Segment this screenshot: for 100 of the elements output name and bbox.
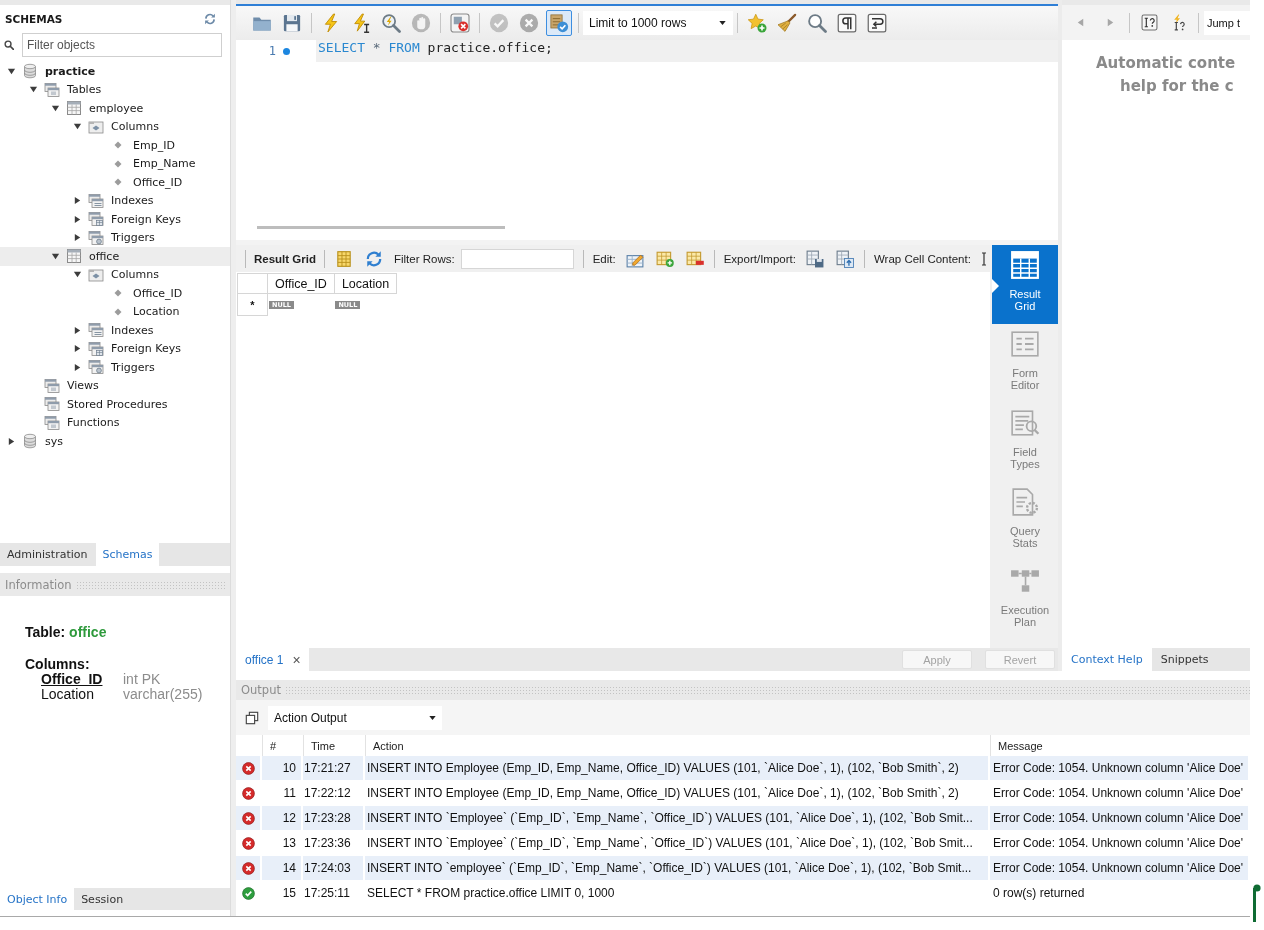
result-view-tab[interactable]: Field Types	[992, 403, 1058, 482]
result-grid-label: Result Grid	[254, 252, 316, 265]
output-type-dropdown[interactable]: Action Output	[268, 705, 442, 730]
output-row[interactable]: 12 17:23:28 INSERT INTO `Employee` (`Emp_ID`, `Emp_Name`, `Office_ID`) VALUES (101, `Alice Doe`, 1), (102, `Bob Smit... Error Code: 1054. Unknown column 'Alice Doe'	[236, 806, 1250, 831]
field-list-icon	[1010, 408, 1040, 438]
form-icon	[1010, 329, 1040, 359]
tree-item[interactable]: sys	[0, 432, 230, 451]
table-cell: 10	[262, 756, 303, 780]
diamond-folder-icon	[88, 266, 104, 283]
column-header[interactable]: Location	[334, 273, 397, 294]
search-icon	[4, 40, 14, 50]
filter-rows-label: Filter Rows:	[394, 252, 455, 265]
error-icon	[241, 761, 255, 775]
tab[interactable]: Schemas	[95, 543, 160, 566]
search-icon	[807, 13, 827, 33]
result-view-tab[interactable]: Execution Plan	[992, 561, 1058, 640]
help-text: help for the c	[1119, 76, 1235, 97]
output-row[interactable]: 14 17:24:03 INSERT INTO `employee` (`Emp_ID`, `Emp_Name`, `Office_ID`) VALUES (101, `Alice Doe`, 1), (102, `Bob Smit... Error Code: 1054. Unknown column 'Alice Doe'	[236, 856, 1250, 881]
cursor-question-icon	[1140, 14, 1158, 31]
refresh-arrows-icon	[365, 249, 383, 268]
filter-rows-field[interactable]	[460, 248, 574, 269]
tree-item[interactable]: Triggers	[0, 228, 230, 247]
broom-icon	[777, 13, 797, 33]
output-row[interactable]: 10 17:21:27 INSERT INTO Employee (Emp_ID, Emp_Name, Office_ID) VALUES (101, `Alice Doe`, 1), (102, `Bob Smith`, 2) Error Code: 1054. Unknown column 'Alice Doe'	[236, 756, 1250, 781]
magnifier-lightning-icon	[381, 13, 401, 33]
tree-item[interactable]: employee	[0, 99, 230, 118]
diamond-icon	[114, 178, 122, 187]
table-cell: INSERT INTO `employee` (`Emp_ID`, `Emp_Name`, `Office_ID`) VALUES (101, `Alice Doe`, 1), (102, `Bob Smit...	[365, 856, 990, 880]
tab[interactable]: Administration	[0, 543, 96, 566]
table-cell: 17:21:27	[303, 756, 365, 780]
tree-item[interactable]: Office_ID	[0, 284, 230, 303]
database-icon	[22, 433, 38, 450]
check-circle-icon	[489, 13, 509, 33]
copy-button[interactable]	[245, 710, 259, 725]
column-name: Location	[41, 687, 95, 702]
refresh-button[interactable]	[203, 11, 217, 26]
tab[interactable]: Snippets	[1151, 648, 1218, 671]
table-cell: 15	[262, 881, 303, 905]
close-button[interactable]: ×	[292, 651, 301, 668]
tree-item[interactable]: Columns	[0, 117, 230, 136]
refresh-icon	[204, 12, 216, 25]
autocommit-button[interactable]	[546, 10, 572, 36]
tree-item[interactable]: Indexes	[0, 191, 230, 210]
tree-item[interactable]: Columns	[0, 265, 230, 284]
tab[interactable]: Session	[74, 888, 131, 910]
column-grid-icon	[335, 249, 353, 268]
stacked-windows-icon	[88, 229, 104, 246]
tree-item[interactable]: Emp_ID	[0, 136, 230, 155]
stats-document-icon	[1010, 487, 1040, 517]
table-plus-icon	[655, 249, 674, 268]
success-icon	[241, 886, 255, 900]
row-limit-dropdown[interactable]: Limit to 1000 rows	[583, 11, 733, 35]
table-cell: 17:25:11	[303, 881, 365, 905]
tree-item[interactable]: practice	[0, 62, 230, 81]
tree-item[interactable]: Triggers	[0, 358, 230, 377]
tree-item[interactable]: Views	[0, 376, 230, 395]
diamond-folder-icon	[88, 118, 104, 135]
object-info-text: Table: office	[25, 624, 108, 640]
lightning-cursor-icon	[351, 13, 371, 33]
result-tab[interactable]: office 1 ×	[236, 648, 309, 671]
tree-item[interactable]: Foreign Keys	[0, 339, 230, 358]
table-icon	[66, 100, 82, 117]
tab[interactable]: Object Info	[0, 888, 75, 910]
tree-item[interactable]: Office_ID	[0, 173, 230, 192]
edit-label: Edit:	[592, 252, 616, 265]
database-icon	[22, 63, 38, 80]
dropdown-arrow-icon	[719, 21, 726, 25]
column-name: Office_ID	[41, 672, 104, 687]
column-header[interactable]: Office_ID	[267, 273, 335, 294]
column-type: varchar(255)	[123, 687, 203, 702]
filter-field[interactable]: Filter objects	[22, 33, 222, 57]
hand-icon	[411, 13, 431, 33]
scrollbar-thumb[interactable]	[257, 226, 505, 229]
error-icon	[241, 836, 255, 850]
tree-item[interactable]: Tables	[0, 80, 230, 99]
tree-item[interactable]: Foreign Keys	[0, 210, 230, 229]
tree-item[interactable]: Stored Procedures	[0, 395, 230, 414]
star-plus-icon	[747, 13, 767, 33]
cross-circle-icon	[519, 13, 539, 33]
tree-item[interactable]: Location	[0, 302, 230, 321]
tab[interactable]: Context Help	[1062, 648, 1152, 671]
jump-to-field[interactable]: Jump t	[1204, 10, 1250, 35]
pointer-notch-icon	[992, 279, 999, 293]
table-cell: INSERT INTO Employee (Emp_ID, Emp_Name, Office_ID) VALUES (101, `Alice Doe`, 1), (102, `Bob Smith`, 2)	[365, 756, 990, 780]
tree-item[interactable]: office	[0, 247, 230, 266]
result-view-tab[interactable]: Form Editor	[992, 324, 1058, 403]
table-disk-icon	[805, 249, 824, 268]
table-cell: 17:24:03	[303, 856, 365, 880]
wrap-cell-label: Wrap Cell Content:	[873, 252, 971, 265]
window-error-icon	[450, 13, 470, 33]
line-number: 1	[267, 44, 276, 58]
output-row[interactable]: 15 17:25:11 SELECT * FROM practice.office LIMIT 0, 1000 0 row(s) returned	[236, 881, 1250, 906]
stacked-windows-icon	[44, 377, 60, 394]
tree-item[interactable]: Emp_Name	[0, 154, 230, 173]
stacked-windows-icon	[44, 396, 60, 413]
tree-item[interactable]: Indexes	[0, 321, 230, 340]
result-view-tab[interactable]: Query Stats	[992, 482, 1058, 561]
tree-item[interactable]: Functions	[0, 413, 230, 432]
result-view-tab[interactable]: Result Grid	[992, 245, 1058, 324]
marker-icon	[1252, 884, 1261, 922]
